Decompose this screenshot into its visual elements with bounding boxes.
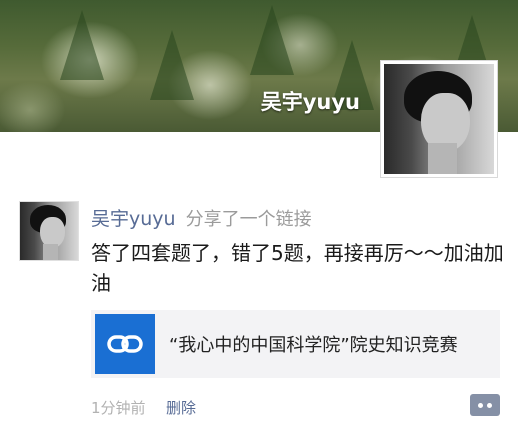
shared-link-card[interactable]: “我心中的中国科学院”院史知识竞赛 <box>91 310 500 378</box>
post-author-avatar[interactable] <box>19 201 79 261</box>
comment-dot <box>487 402 492 408</box>
post-action-text: 分享了一个链接 <box>185 209 312 230</box>
comment-icon[interactable] <box>470 394 500 416</box>
post-header: 吴宇yuyu 分享了一个链接 <box>91 204 312 231</box>
avatar-portrait <box>384 64 494 174</box>
profile-avatar[interactable] <box>380 60 498 178</box>
link-icon <box>95 314 155 374</box>
avatar-portrait <box>20 202 78 260</box>
post-author-name[interactable]: 吴宇yuyu <box>91 208 176 230</box>
profile-name: 吴宇yuyu <box>260 90 360 114</box>
post-text: 答了四套题了，错了5题，再接再厉～～加油加油 <box>91 241 504 295</box>
post-timestamp: 1分钟前 <box>91 399 146 417</box>
comment-dot <box>478 402 483 408</box>
shared-link-title: “我心中的中国科学院”院史知识竞赛 <box>169 335 458 356</box>
delete-button[interactable]: 删除 <box>166 397 196 418</box>
